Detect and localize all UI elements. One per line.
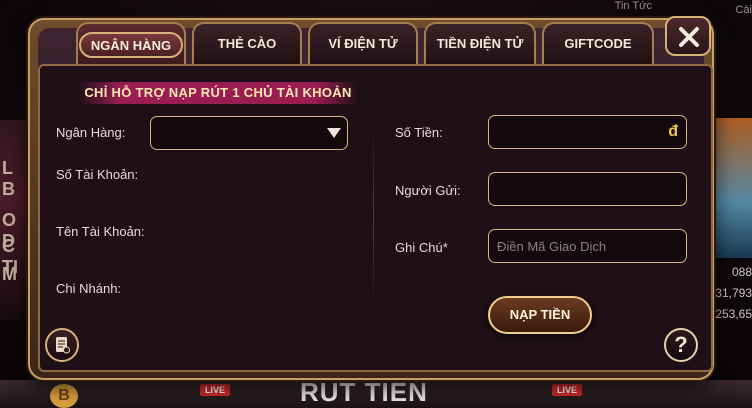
background-bottom-bar: B LIVE LIVE RÚT TIỀN [0,377,752,408]
column-divider [373,126,374,306]
sender-input[interactable] [489,173,686,205]
close-button[interactable] [665,16,711,56]
note-label: Ghi Chú* [395,240,448,255]
background-number-list: 088 31,793 253,65 [712,262,752,325]
tab-scratch-card[interactable]: THẺ CÀO [192,22,302,66]
background-number: 253,65 [715,307,752,321]
branch-label: Chi Nhánh: [56,281,122,296]
note-input[interactable] [489,230,686,262]
bank-deposit-panel: CHỈ HỖ TRỢ NẠP RÚT 1 CHỦ TÀI KHOẢN Ngân … [38,64,713,372]
help-button[interactable]: ? [664,328,698,362]
notice-banner: CHỈ HỖ TRỢ NẠP RÚT 1 CHỦ TÀI KHOẢN [78,82,358,104]
amount-input-field[interactable]: đ [488,115,687,149]
background-settings-label: Cài [735,4,752,16]
chevron-down-icon [327,128,341,138]
close-icon [679,27,699,47]
background-number: 31,793 [715,286,752,300]
withdraw-banner: RÚT TIỀN [300,377,428,407]
bank-select-value [151,117,347,149]
tab-crypto[interactable]: TIỀN ĐIỆN TỬ [424,22,536,66]
sender-input-field[interactable] [488,172,687,206]
tab-label: THẺ CÀO [217,36,277,51]
account-name-label: Tên Tài Khoản: [56,224,145,239]
coin-icon: B [50,384,78,408]
background-news-label: Tin Tức [614,0,652,12]
background-text: L B [2,158,15,199]
tab-e-wallet[interactable]: VÍ ĐIỆN TỬ [308,22,418,66]
bank-select[interactable] [150,116,348,150]
tab-label: VÍ ĐIỆN TỬ [328,36,398,51]
tab-giftcode[interactable]: GIFTCODE [542,22,654,66]
tab-label: GIFTCODE [564,36,632,51]
history-icon [56,337,70,354]
game-screen: L B O D C TI M 088 31,793 253,65 Tin Tức… [0,0,752,408]
currency-symbol: đ [668,123,678,140]
bank-label: Ngân Hàng: [56,125,126,140]
live-badge: LIVE [200,384,230,396]
live-badge: LIVE [552,384,582,396]
history-button[interactable] [45,328,79,362]
background-game-tile-right [712,118,752,258]
tab-label: NGÂN HÀNG [78,32,184,58]
tab-label: TIỀN ĐIỆN TỬ [436,36,524,51]
note-input-field[interactable] [488,229,687,263]
sender-label: Người Gửi: [395,183,461,198]
background-game-tile-left: L B O D C TI M [0,120,30,320]
background-number: 088 [731,265,752,279]
amount-label: Số Tiền: [395,125,443,140]
account-number-label: Số Tài Khoản: [56,167,139,182]
tab-bank[interactable]: NGÂN HÀNG [76,22,186,66]
background-text: M [2,264,17,284]
help-icon: ? [674,332,688,357]
deposit-button[interactable]: NẠP TIỀN [488,296,592,334]
amount-input[interactable] [489,116,686,148]
